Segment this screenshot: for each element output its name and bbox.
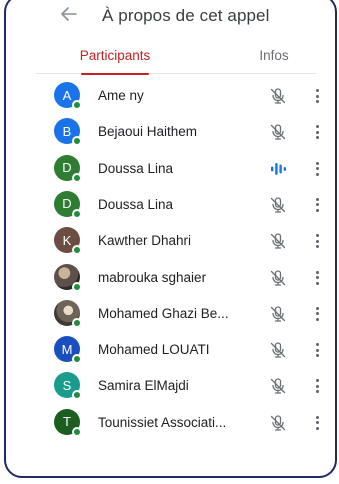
page-title: À propos de cet appel — [102, 6, 270, 25]
mic-off-icon — [268, 122, 288, 142]
participant-name: Kawther Dhahri — [98, 233, 192, 249]
more-options-icon[interactable] — [312, 195, 322, 215]
avatar: D — [54, 190, 82, 219]
more-options-icon[interactable] — [312, 268, 322, 288]
participant-row[interactable]: T Tounissiet Associati... — [6, 405, 335, 441]
avatar-initial: D — [62, 160, 72, 176]
avatar: A — [54, 82, 82, 110]
presence-dot — [72, 354, 82, 365]
participant-row[interactable]: Mohamed Ghazi Be... — [6, 296, 335, 332]
participant-name: Ame ny — [98, 88, 144, 103]
participant-row[interactable]: D Doussa Lina — [6, 187, 335, 223]
back-button[interactable] — [58, 5, 80, 23]
more-options-icon[interactable] — [312, 304, 322, 324]
participant-row[interactable]: D Doussa Lina — [6, 151, 335, 187]
participant-row[interactable]: M Mohamed LOUATI — [6, 332, 335, 368]
avatar: M — [54, 336, 82, 365]
mic-off-icon — [268, 413, 288, 433]
tab-infos[interactable]: Infos — [244, 36, 304, 74]
participant-row[interactable]: A Ame ny — [6, 78, 335, 114]
avatar: D — [54, 154, 82, 183]
active-tab-indicator — [81, 72, 149, 75]
avatar-initial: B — [62, 123, 72, 139]
presence-dot — [72, 172, 82, 183]
presence-dot — [72, 281, 82, 292]
participant-name: Mohamed Ghazi Be... — [98, 305, 229, 321]
participant-row[interactable]: S Samira ElMajdi — [6, 368, 335, 404]
tab-label: Infos — [259, 47, 289, 63]
avatar: B — [54, 118, 82, 147]
presence-dot — [72, 100, 82, 110]
participant-name: Doussa Lina — [98, 196, 174, 212]
presence-dot — [72, 317, 82, 328]
tab-label: Participants — [79, 47, 151, 63]
participant-name: Bejaoui Haithem — [98, 124, 198, 140]
more-options-icon[interactable] — [312, 231, 322, 251]
more-options-icon[interactable] — [312, 159, 322, 179]
tab-bar: Participants Infos — [36, 36, 316, 75]
participant-name: Mohamed LOUATI — [98, 342, 210, 358]
more-options-icon[interactable] — [312, 413, 322, 433]
arrow-left-icon — [61, 7, 77, 21]
mic-off-icon — [268, 86, 288, 106]
avatar-initial: D — [62, 196, 72, 212]
presence-dot — [72, 136, 82, 147]
mic-off-icon — [268, 340, 288, 360]
participant-name: mabrouka sghaier — [98, 269, 207, 285]
participant-row[interactable]: B Bejaoui Haithem — [6, 114, 335, 150]
avatar: S — [54, 372, 82, 401]
mic-off-icon — [268, 376, 288, 396]
presence-dot — [72, 245, 82, 256]
participant-name: Tounissiet Associati... — [98, 414, 227, 430]
mic-off-icon — [268, 195, 288, 215]
participant-row[interactable]: mabrouka sghaier — [6, 260, 335, 296]
avatar: K — [54, 227, 82, 256]
presence-dot — [72, 426, 82, 437]
call-details-panel: À propos de cet appel Participants Infos… — [4, 0, 337, 478]
mic-off-icon — [268, 231, 288, 251]
more-options-icon[interactable] — [312, 376, 322, 396]
mic-off-icon — [268, 304, 288, 324]
avatar — [54, 263, 82, 292]
presence-dot — [72, 390, 82, 401]
avatar: T — [54, 408, 82, 437]
more-options-icon[interactable] — [312, 86, 322, 106]
more-options-icon[interactable] — [312, 340, 322, 360]
tab-participants[interactable]: Participants — [70, 36, 160, 75]
participant-name: Samira ElMajdi — [98, 378, 189, 394]
mic-off-icon — [268, 268, 288, 288]
avatar-initial: A — [62, 87, 72, 103]
header: À propos de cet appel — [6, 0, 335, 30]
more-options-icon[interactable] — [312, 122, 322, 142]
avatar-initial: T — [63, 414, 71, 430]
avatar-initial: M — [61, 341, 73, 357]
avatar-initial: K — [62, 232, 72, 248]
participant-row[interactable]: K Kawther Dhahri — [6, 223, 335, 259]
avatar — [54, 299, 82, 328]
speaking-icon — [268, 159, 288, 179]
participant-name: Doussa Lina — [98, 160, 174, 176]
avatar-initial: S — [62, 377, 72, 393]
presence-dot — [72, 208, 82, 219]
